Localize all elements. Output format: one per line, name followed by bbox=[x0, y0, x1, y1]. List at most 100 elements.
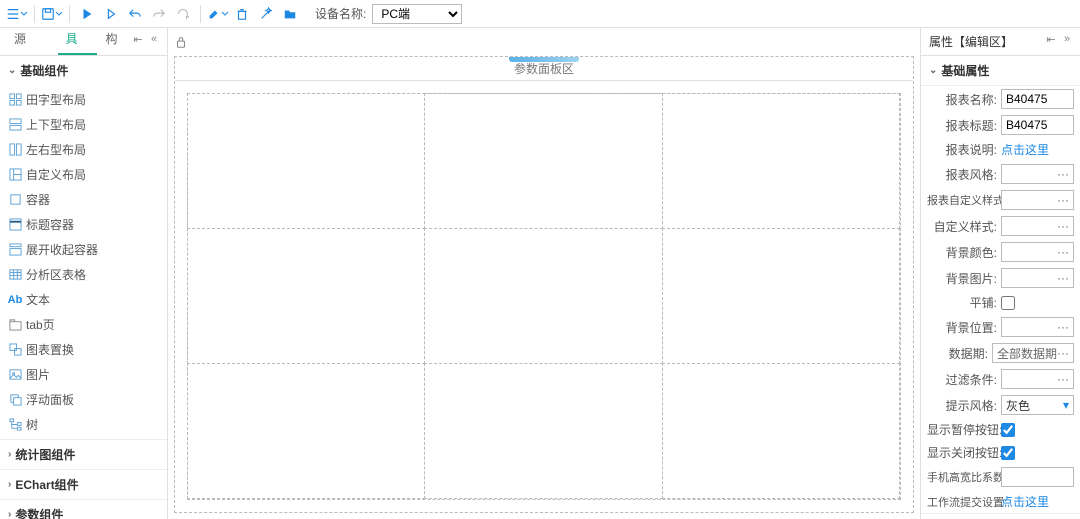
custom-style-picker[interactable]: ··· bbox=[1001, 216, 1074, 236]
show-pause-checkbox[interactable] bbox=[1001, 423, 1015, 437]
param-panel-label: 参数面板区 bbox=[514, 60, 574, 77]
save-button[interactable] bbox=[41, 3, 63, 25]
left-body: ⌄基础组件田字型布局上下型布局左右型布局自定义布局容器标题容器展开收起容器分析区… bbox=[0, 56, 167, 519]
chevron-icon: › bbox=[8, 479, 11, 490]
right-panel-title-bar: 属性【编辑区】 ⇤ » bbox=[921, 28, 1080, 56]
bg-image-picker[interactable]: ··· bbox=[1001, 268, 1074, 288]
left-tabs: 数据源 工具 组件结构 ⇤ « bbox=[0, 28, 167, 56]
image-icon bbox=[8, 368, 22, 382]
grid-cell[interactable] bbox=[424, 363, 662, 499]
delete-button[interactable] bbox=[231, 3, 253, 25]
component-item[interactable]: 容器 bbox=[0, 187, 167, 212]
grid4-icon bbox=[8, 93, 22, 107]
layout-grid[interactable] bbox=[187, 93, 901, 500]
folder-button[interactable] bbox=[279, 3, 301, 25]
undo-button[interactable] bbox=[124, 3, 146, 25]
report-custom-style-picker[interactable]: ··· bbox=[1001, 190, 1074, 210]
device-label: 设备名称: bbox=[315, 5, 366, 22]
run-button[interactable] bbox=[76, 3, 98, 25]
grid-cell[interactable] bbox=[187, 363, 425, 499]
design-canvas[interactable]: 参数面板区 bbox=[174, 56, 914, 513]
grid-cell[interactable] bbox=[424, 228, 662, 364]
hint-style-select[interactable]: 灰色▾ bbox=[1001, 395, 1074, 415]
mobile-ratio-input[interactable] bbox=[1001, 467, 1074, 487]
left-panel: 数据源 工具 组件结构 ⇤ « ⌄基础组件田字型布局上下型布局左右型布局自定义布… bbox=[0, 28, 168, 519]
bg-color-picker[interactable]: ··· bbox=[1001, 242, 1074, 262]
grid-cell[interactable] bbox=[187, 93, 425, 229]
component-item[interactable]: 标题容器 bbox=[0, 212, 167, 237]
component-item[interactable]: 左右型布局 bbox=[0, 137, 167, 162]
chevron-down-icon: ⌄ bbox=[929, 65, 937, 76]
report-name-input[interactable] bbox=[1001, 89, 1074, 109]
component-item[interactable]: 图片 bbox=[0, 362, 167, 387]
box-icon bbox=[8, 193, 22, 207]
top-toolbar: 设备名称: PC端 bbox=[0, 0, 1080, 28]
section-fill[interactable]: ›回填属性 bbox=[921, 513, 1080, 519]
data-period-picker[interactable]: 全部数据期··· bbox=[992, 343, 1074, 363]
grid-cell[interactable] bbox=[662, 363, 900, 499]
tab-datasource[interactable]: 数据源 bbox=[6, 28, 58, 55]
component-item[interactable]: 浮动面板 bbox=[0, 387, 167, 412]
report-style-picker[interactable]: ··· bbox=[1001, 164, 1074, 184]
chevron-icon: › bbox=[8, 509, 11, 519]
float-icon bbox=[8, 393, 22, 407]
device-select[interactable]: PC端 bbox=[372, 4, 462, 24]
menu-button[interactable] bbox=[6, 3, 28, 25]
component-group-header[interactable]: ›EChart组件 bbox=[0, 469, 167, 499]
component-group-header[interactable]: ›参数组件 bbox=[0, 499, 167, 519]
paint-button[interactable] bbox=[207, 3, 229, 25]
show-close-checkbox[interactable] bbox=[1001, 446, 1015, 460]
report-desc-link[interactable]: 点击这里 bbox=[1001, 141, 1049, 158]
stackh-icon bbox=[8, 143, 22, 157]
component-item[interactable]: Ab文本 bbox=[0, 287, 167, 312]
separator bbox=[200, 5, 201, 23]
filter-picker[interactable]: ··· bbox=[1001, 369, 1074, 389]
bg-position-picker[interactable]: ··· bbox=[1001, 317, 1074, 337]
separator bbox=[34, 5, 35, 23]
component-item[interactable]: 上下型布局 bbox=[0, 112, 167, 137]
tab-tools[interactable]: 工具 bbox=[58, 28, 98, 55]
component-item[interactable]: 自定义布局 bbox=[0, 162, 167, 187]
right-panel: 属性【编辑区】 ⇤ » ⌄ 基础属性 报表名称: 报表标题: 报表说明:点击这里… bbox=[920, 28, 1080, 519]
component-item[interactable]: 田字型布局 bbox=[0, 87, 167, 112]
section-basic[interactable]: ⌄ 基础属性 bbox=[921, 56, 1080, 86]
grid-cell[interactable] bbox=[662, 228, 900, 364]
table-icon bbox=[8, 268, 22, 282]
custom-icon bbox=[8, 168, 22, 182]
redo-button[interactable] bbox=[148, 3, 170, 25]
play-small-button[interactable] bbox=[100, 3, 122, 25]
tile-checkbox[interactable] bbox=[1001, 296, 1015, 310]
component-item[interactable]: 图表置换 bbox=[0, 337, 167, 362]
grid-cell[interactable] bbox=[187, 228, 425, 364]
component-item[interactable]: 分析区表格 bbox=[0, 262, 167, 287]
expand-icon bbox=[8, 243, 22, 257]
refresh-button[interactable] bbox=[172, 3, 194, 25]
grid-cell[interactable] bbox=[662, 93, 900, 229]
component-group-header[interactable]: ⌄基础组件 bbox=[0, 56, 167, 85]
title-icon bbox=[8, 218, 22, 232]
chevron-icon: › bbox=[8, 449, 11, 460]
right-panel-title: 属性【编辑区】 bbox=[929, 33, 1013, 50]
wand-button[interactable] bbox=[255, 3, 277, 25]
component-group-header[interactable]: ›统计图组件 bbox=[0, 439, 167, 469]
report-title-input[interactable] bbox=[1001, 115, 1074, 135]
center-area: 参数面板区 bbox=[168, 28, 920, 519]
chevron-icon: ⌄ bbox=[8, 65, 16, 76]
pin-icon[interactable]: ⇤ bbox=[1044, 32, 1058, 46]
workflow-submit-link[interactable]: 点击这里 bbox=[1001, 493, 1049, 510]
close-icon[interactable]: » bbox=[1060, 32, 1074, 46]
close-icon[interactable]: « bbox=[147, 32, 161, 46]
swap-icon bbox=[8, 343, 22, 357]
component-item[interactable]: 展开收起容器 bbox=[0, 237, 167, 262]
param-panel-header[interactable]: 参数面板区 bbox=[175, 57, 913, 81]
tree-icon bbox=[8, 418, 22, 432]
lock-icon[interactable] bbox=[174, 35, 188, 49]
component-item[interactable]: tab页 bbox=[0, 312, 167, 337]
grid-cell[interactable] bbox=[424, 93, 662, 229]
separator bbox=[69, 5, 70, 23]
text-icon: Ab bbox=[8, 293, 22, 307]
tab-icon bbox=[8, 318, 22, 332]
component-item[interactable]: 树 bbox=[0, 412, 167, 437]
pin-icon[interactable]: ⇤ bbox=[131, 32, 145, 46]
stackv-icon bbox=[8, 118, 22, 132]
